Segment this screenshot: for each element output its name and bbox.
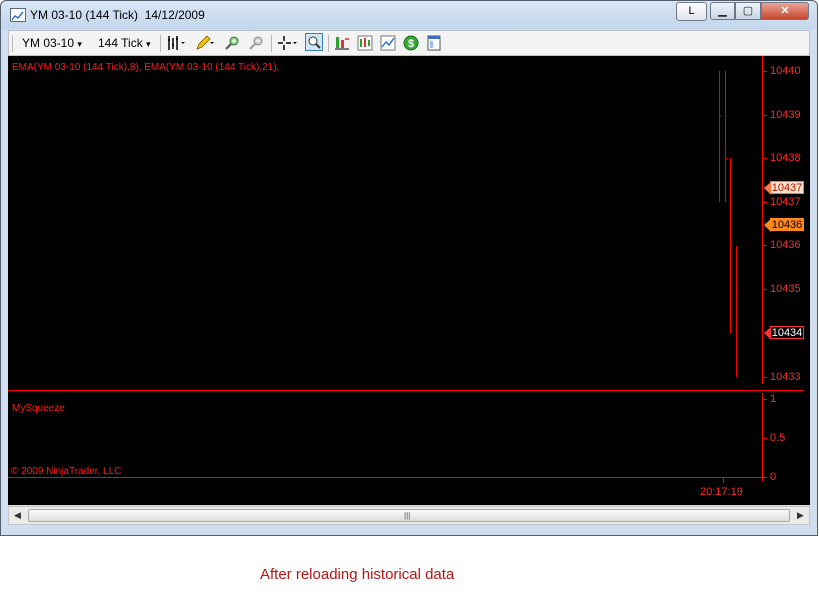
maximize-button[interactable]: ▢ xyxy=(735,2,761,20)
toolbar-separator xyxy=(271,35,272,52)
indicator-axis-tick xyxy=(762,399,767,400)
price-marker: 10437 xyxy=(764,181,804,195)
scrollbar-thumb[interactable]: ||| xyxy=(28,509,790,522)
bar-type-icon[interactable] xyxy=(166,35,185,51)
close-button[interactable]: ✕ xyxy=(761,2,809,20)
price-axis-label: 10437 xyxy=(770,196,801,208)
strategies-icon[interactable] xyxy=(357,35,373,51)
indicators-icon[interactable] xyxy=(334,35,350,51)
price-bar-close-tick xyxy=(736,290,738,291)
copyright-label: © 2009 NinjaTrader, LLC xyxy=(11,466,122,477)
title-bar[interactable]: YM 03-10 (144 Tick) 14/12/2009 L ▁ ▢ ✕ xyxy=(1,1,817,29)
window-title: YM 03-10 (144 Tick) 14/12/2009 xyxy=(30,8,205,22)
price-axis-tick xyxy=(762,202,767,203)
panel-divider[interactable] xyxy=(8,390,804,391)
price-axis-label: 10439 xyxy=(770,109,801,121)
price-axis-tick xyxy=(762,245,767,246)
dollar-icon[interactable]: $ xyxy=(403,35,419,51)
properties-icon[interactable] xyxy=(426,35,442,51)
horizontal-scrollbar[interactable]: ◀ ||| ▶ xyxy=(8,506,810,525)
caption-buttons: ▁ ▢ ✕ xyxy=(710,2,810,21)
indicator-axis-tick xyxy=(762,438,767,439)
chart-toolbar: YM 03-10 ▾ 144 Tick ▾ $ xyxy=(8,30,810,56)
time-axis-tick xyxy=(723,477,724,483)
price-axis-label: 10438 xyxy=(770,152,801,164)
price-axis-label: 10435 xyxy=(770,283,801,295)
chevron-down-icon: ▾ xyxy=(146,39,151,49)
scrollbar-grip: ||| xyxy=(404,511,411,520)
indicator-axis-label: 0 xyxy=(770,471,777,483)
price-bar xyxy=(719,71,720,202)
svg-text:$: $ xyxy=(408,38,414,50)
toolbar-separator xyxy=(160,35,161,52)
price-bar xyxy=(730,158,731,333)
crosshair-icon[interactable] xyxy=(277,35,297,51)
price-axis-tick xyxy=(762,377,767,378)
price-axis-tick xyxy=(762,289,767,290)
caption: After reloading historical data xyxy=(260,566,455,583)
price-panel-label: EMA(YM 03-10 (144 Tick),8), EMA(YM 03-10… xyxy=(12,62,280,73)
chart-bottom-border xyxy=(8,477,762,478)
chart-window: YM 03-10 (144 Tick) 14/12/2009 L ▁ ▢ ✕ Y… xyxy=(0,0,818,536)
scroll-right-arrow[interactable]: ▶ xyxy=(793,509,808,522)
instrument-label: YM 03-10 xyxy=(22,36,75,50)
price-axis-label: 10436 xyxy=(770,239,801,251)
price-axis-tick xyxy=(762,71,767,72)
zoom-out-icon[interactable] xyxy=(248,35,264,51)
price-bar-close-tick xyxy=(719,115,721,116)
toolbar-grip xyxy=(12,35,13,52)
line-chart-icon[interactable] xyxy=(380,35,396,51)
price-bar xyxy=(736,246,737,377)
chart-area[interactable]: EMA(YM 03-10 (144 Tick),8), EMA(YM 03-10… xyxy=(8,56,810,505)
chevron-down-icon: ▾ xyxy=(77,39,82,49)
instrument-selector[interactable]: YM 03-10 ▾ xyxy=(22,34,82,53)
indicator-axis-label: 0.5 xyxy=(770,432,786,444)
pencil-icon[interactable] xyxy=(195,35,214,51)
zoom-in-icon[interactable] xyxy=(224,35,240,51)
interval-selector[interactable]: 144 Tick ▾ xyxy=(98,34,151,53)
indicator-axis-tick xyxy=(762,477,767,478)
price-axis-label: 10433 xyxy=(770,371,801,383)
price-bar xyxy=(725,71,726,202)
price-marker: 10434 xyxy=(764,326,804,340)
indicator-axis-label: 1 xyxy=(770,393,777,405)
price-axis-line xyxy=(762,56,763,384)
price-bar-close-tick xyxy=(730,202,732,203)
price-axis-tick xyxy=(762,115,767,116)
time-axis-label: 20:17:19 xyxy=(700,486,743,498)
price-axis-tick xyxy=(762,158,767,159)
price-axis-label: 10440 xyxy=(770,65,801,77)
chart-app-icon xyxy=(10,8,26,22)
minimize-button[interactable]: ▁ xyxy=(710,2,735,20)
data-box-icon[interactable] xyxy=(305,33,323,51)
toolbar-separator xyxy=(328,35,329,52)
indicator-axis-line xyxy=(762,393,763,481)
scroll-left-arrow[interactable]: ◀ xyxy=(10,509,25,522)
indicator-panel-label: MySqueeze xyxy=(12,403,65,414)
price-bar-close-tick xyxy=(725,158,727,159)
link-button[interactable]: L xyxy=(676,2,707,21)
price-marker: 10436 xyxy=(764,218,804,232)
interval-label: 144 Tick xyxy=(98,36,143,50)
